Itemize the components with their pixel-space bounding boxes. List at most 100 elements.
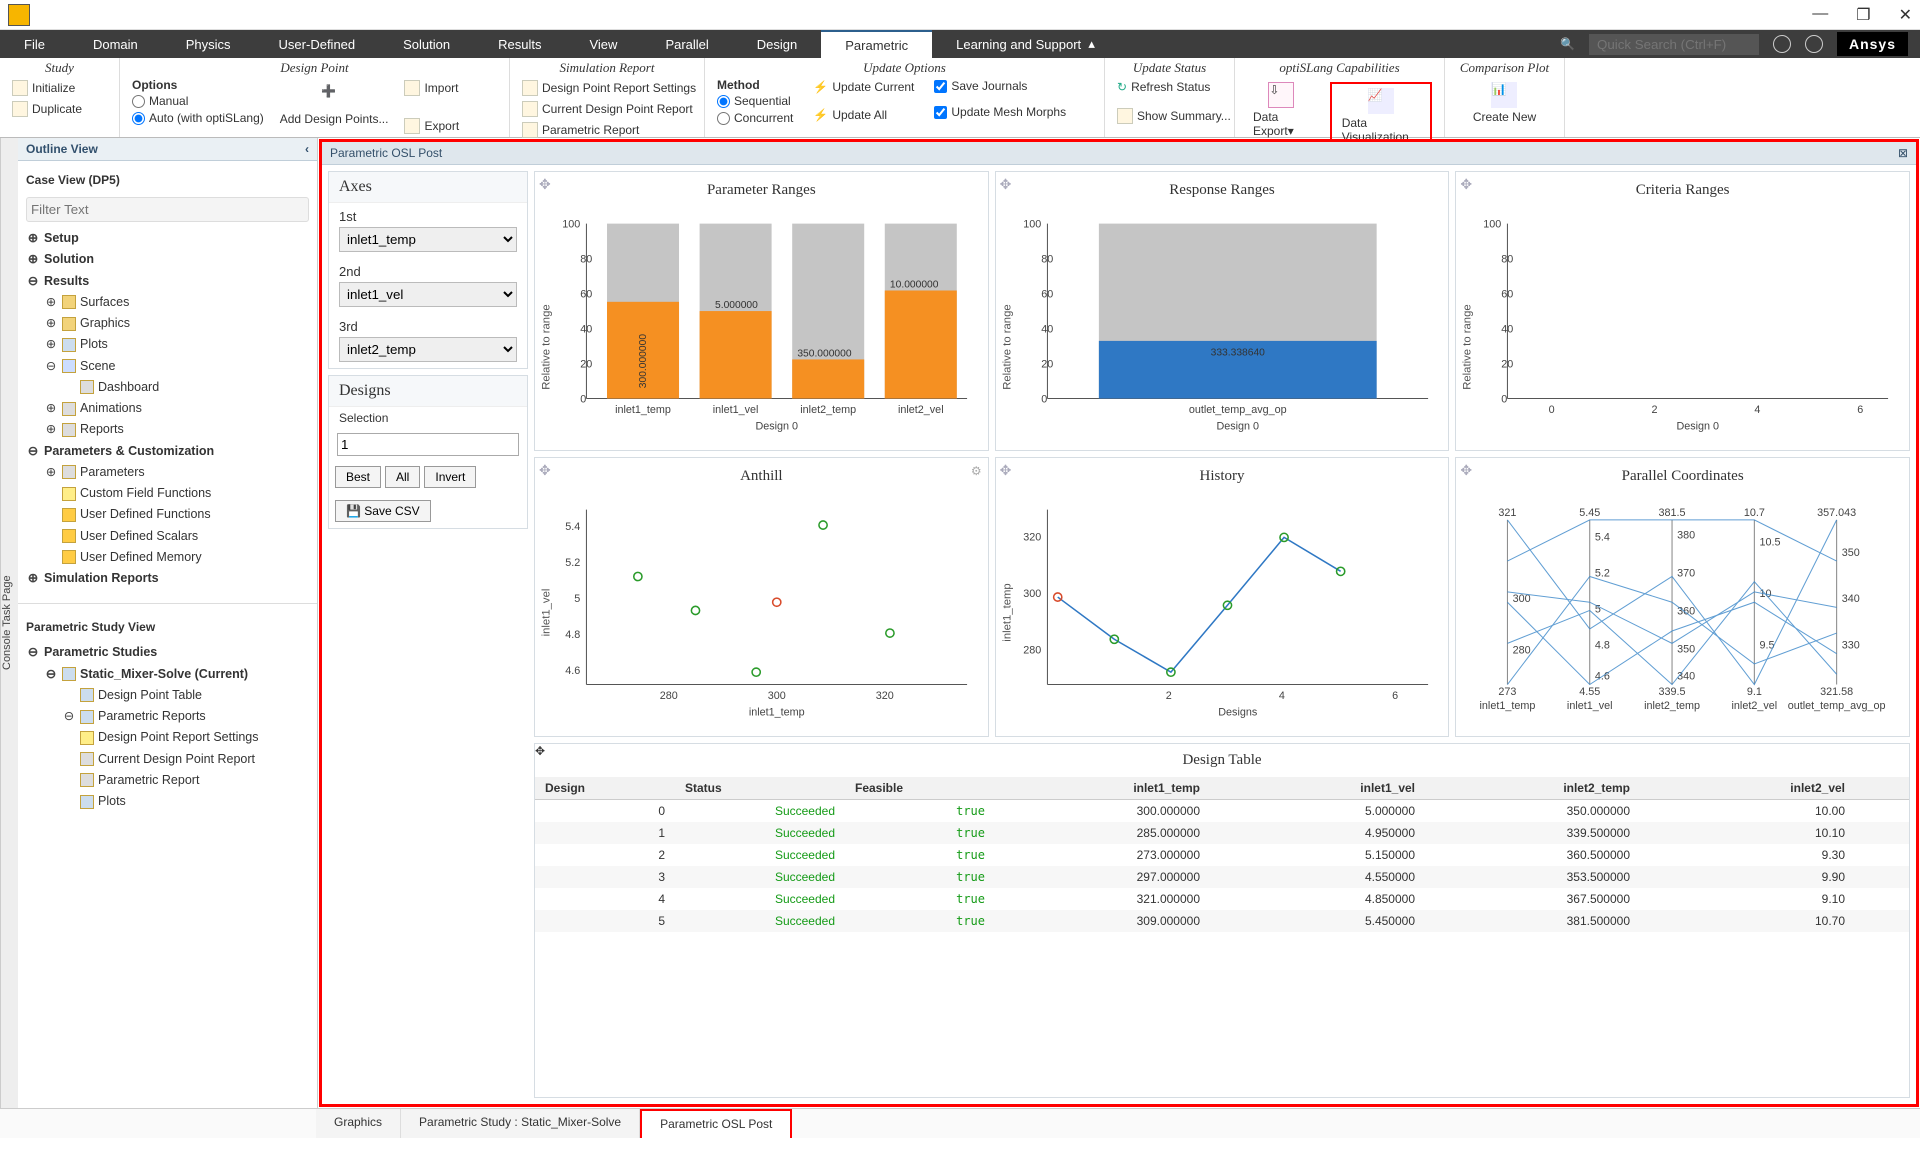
tree-surfaces[interactable]: ⊕Surfaces <box>26 292 309 313</box>
dp-report-settings-button[interactable]: Design Point Report Settings <box>522 78 696 98</box>
menu-solution[interactable]: Solution <box>379 30 474 58</box>
create-new-compare-button[interactable]: 📊 Create New <box>1467 82 1542 124</box>
current-dp-report-button[interactable]: Current Design Point Report <box>522 99 693 119</box>
minimize-button[interactable]: — <box>1812 5 1828 25</box>
tab-parametric-study[interactable]: Parametric Study : Static_Mixer-Solve <box>401 1109 640 1138</box>
response-ranges-plot: ✥ Response Ranges Relative to range 1008… <box>995 171 1450 451</box>
col-status[interactable]: Status <box>675 777 845 799</box>
panel-close-icon[interactable]: ⊠ <box>1898 146 1908 160</box>
menu-file[interactable]: File <box>0 30 69 58</box>
invert-button[interactable]: Invert <box>424 466 476 488</box>
svg-text:inlet1_vel: inlet1_vel <box>1567 700 1613 712</box>
psv-pr[interactable]: Parametric Report <box>26 770 309 791</box>
tab-graphics[interactable]: Graphics <box>316 1109 401 1138</box>
duplicate-button[interactable]: Duplicate <box>12 99 82 119</box>
move-icon[interactable]: ✥ <box>535 744 545 758</box>
import-button[interactable]: Import <box>404 78 459 98</box>
add-design-points-button[interactable]: ➕ Add Design Points... <box>274 84 395 126</box>
tree-udm[interactable]: User Defined Memory <box>26 547 309 568</box>
psv-parametric-studies[interactable]: ⊖Parametric Studies <box>26 642 309 663</box>
tree-cff[interactable]: Custom Field Functions <box>26 483 309 504</box>
manual-radio[interactable]: Manual <box>132 93 264 109</box>
user-icon[interactable] <box>1805 35 1823 53</box>
gear-icon[interactable]: ⚙ <box>971 464 982 478</box>
table-row[interactable]: 1Succeededtrue285.0000004.950000339.5000… <box>535 822 1909 844</box>
col-feasible[interactable]: Feasible <box>845 777 995 799</box>
psv-dprs[interactable]: Design Point Report Settings <box>26 727 309 748</box>
selection-input[interactable] <box>337 433 519 456</box>
tree-udf[interactable]: User Defined Functions <box>26 504 309 525</box>
tab-parametric-osl-post[interactable]: Parametric OSL Post <box>640 1109 792 1138</box>
tree-parameters[interactable]: ⊕Parameters <box>26 462 309 483</box>
move-icon[interactable]: ✥ <box>1000 176 1012 193</box>
tree-reports[interactable]: ⊕Reports <box>26 419 309 440</box>
maximize-button[interactable]: ❐ <box>1856 5 1870 25</box>
col-i1t[interactable]: inlet1_temp <box>995 777 1210 799</box>
tree-simreports[interactable]: ⊕Simulation Reports <box>26 568 309 589</box>
best-button[interactable]: Best <box>335 466 381 488</box>
update-all-button[interactable]: ⚡Update All <box>813 106 914 124</box>
auto-radio[interactable]: Auto (with optiSLang) <box>132 110 264 126</box>
menu-learning[interactable]: Learning and Support ▴ <box>932 30 1119 58</box>
tree-plots[interactable]: ⊕Plots <box>26 334 309 355</box>
help-icon[interactable] <box>1773 35 1791 53</box>
save-csv-button[interactable]: 💾 Save CSV <box>335 500 431 522</box>
table-row[interactable]: 4Succeededtrue321.0000004.850000367.5000… <box>535 888 1909 910</box>
tree-uds[interactable]: User Defined Scalars <box>26 526 309 547</box>
col-i1v[interactable]: inlet1_vel <box>1210 777 1425 799</box>
axis2-select[interactable]: inlet1_vel <box>339 282 517 307</box>
col-design[interactable]: Design <box>535 777 675 799</box>
initialize-button[interactable]: Initialize <box>12 78 75 98</box>
tree-dashboard[interactable]: Dashboard <box>26 377 309 398</box>
move-icon[interactable]: ✥ <box>539 176 551 193</box>
export-button[interactable]: Export <box>404 116 459 136</box>
show-summary-button[interactable]: Show Summary... <box>1117 106 1231 126</box>
move-icon[interactable]: ✥ <box>1460 176 1472 193</box>
col-i2t[interactable]: inlet2_temp <box>1425 777 1640 799</box>
save-journals-check[interactable]: Save Journals <box>934 78 1066 94</box>
console-task-tab[interactable]: Console Task Page <box>0 138 18 1108</box>
psv-dp-table[interactable]: Design Point Table <box>26 685 309 706</box>
table-row[interactable]: 0Succeededtrue300.0000005.000000350.0000… <box>535 800 1909 822</box>
tree-graphics[interactable]: ⊕Graphics <box>26 313 309 334</box>
axis1-select[interactable]: inlet1_temp <box>339 227 517 252</box>
refresh-status-button[interactable]: ↻Refresh Status <box>1117 78 1210 96</box>
menu-user-defined[interactable]: User-Defined <box>255 30 380 58</box>
table-row[interactable]: 2Succeededtrue273.0000005.150000360.5000… <box>535 844 1909 866</box>
outline-collapse-icon[interactable]: ‹ <box>305 142 309 156</box>
sequential-radio[interactable]: Sequential <box>717 93 793 109</box>
menu-parametric[interactable]: Parametric <box>821 30 932 58</box>
tree-setup[interactable]: ⊕Setup <box>26 228 309 249</box>
tree-results[interactable]: ⊖Results <box>26 271 309 292</box>
psv-plots[interactable]: Plots <box>26 791 309 812</box>
psv-static-mixer[interactable]: ⊖Static_Mixer-Solve (Current) <box>26 664 309 685</box>
menu-design[interactable]: Design <box>733 30 821 58</box>
close-button[interactable]: ✕ <box>1899 5 1912 25</box>
data-export-button[interactable]: ⇩ Data Export▾ <box>1247 82 1316 138</box>
update-current-button[interactable]: ⚡Update Current <box>813 78 914 96</box>
axis3-select[interactable]: inlet2_temp <box>339 337 517 362</box>
tree-scene[interactable]: ⊖Scene <box>26 356 309 377</box>
concurrent-radio[interactable]: Concurrent <box>717 110 793 126</box>
menu-parallel[interactable]: Parallel <box>641 30 732 58</box>
update-mesh-check[interactable]: Update Mesh Morphs <box>934 104 1066 120</box>
tree-animations[interactable]: ⊕Animations <box>26 398 309 419</box>
move-icon[interactable]: ✥ <box>1000 462 1012 479</box>
tree-params-custom[interactable]: ⊖Parameters & Customization <box>26 441 309 462</box>
move-icon[interactable]: ✥ <box>539 462 551 479</box>
menu-physics[interactable]: Physics <box>162 30 255 58</box>
psv-param-reports[interactable]: ⊖Parametric Reports <box>26 706 309 727</box>
menu-view[interactable]: View <box>565 30 641 58</box>
table-row[interactable]: 5Succeededtrue309.0000005.450000381.5000… <box>535 910 1909 932</box>
psv-cdpr[interactable]: Current Design Point Report <box>26 749 309 770</box>
menu-domain[interactable]: Domain <box>69 30 162 58</box>
menu-results[interactable]: Results <box>474 30 565 58</box>
col-i2v[interactable]: inlet2_vel <box>1640 777 1855 799</box>
all-button[interactable]: All <box>385 466 420 488</box>
table-row[interactable]: 3Succeededtrue297.0000004.550000353.5000… <box>535 866 1909 888</box>
move-icon[interactable]: ✥ <box>1460 462 1472 479</box>
parametric-report-button[interactable]: Parametric Report <box>522 120 639 140</box>
quick-search-input[interactable] <box>1589 34 1759 55</box>
tree-solution[interactable]: ⊕Solution <box>26 249 309 270</box>
filter-input[interactable] <box>26 197 309 222</box>
